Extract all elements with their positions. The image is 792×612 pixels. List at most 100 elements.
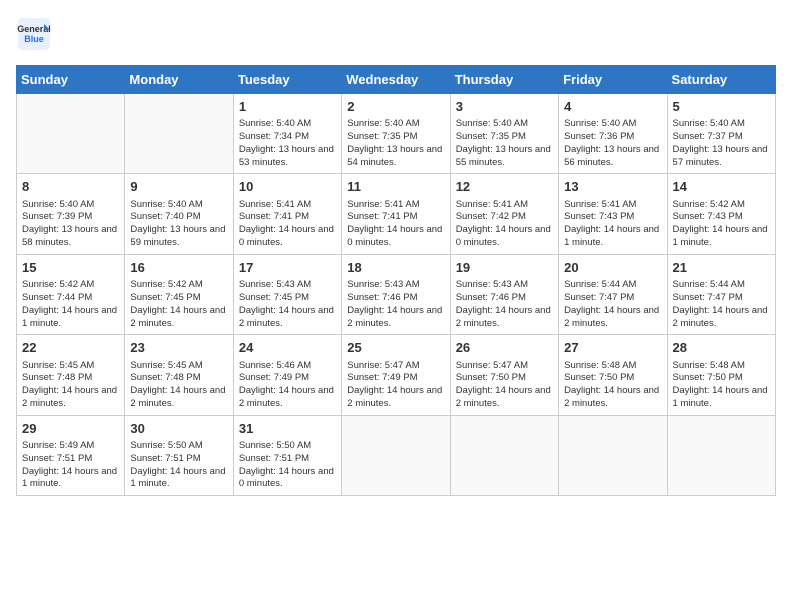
calendar-cell: 23 Sunrise: 5:45 AM Sunset: 7:48 PM Dayli…	[125, 335, 233, 415]
day-number: 30	[130, 420, 227, 438]
day-number: 17	[239, 259, 336, 277]
calendar-cell: 31 Sunrise: 5:50 AM Sunset: 7:51 PM Dayli…	[233, 415, 341, 495]
weekday-friday: Friday	[559, 66, 667, 94]
calendar-cell	[125, 94, 233, 174]
day-number: 3	[456, 98, 553, 116]
calendar-cell: 16 Sunrise: 5:42 AM Sunset: 7:45 PM Dayli…	[125, 254, 233, 334]
day-info: Sunrise: 5:42 AM Sunset: 7:43 PM Dayligh…	[673, 199, 770, 250]
calendar-cell: 5 Sunrise: 5:40 AM Sunset: 7:37 PM Daylig…	[667, 94, 775, 174]
day-info: Sunrise: 5:47 AM Sunset: 7:49 PM Dayligh…	[347, 360, 444, 411]
day-number: 12	[456, 178, 553, 196]
header: General Blue	[16, 16, 776, 57]
weekday-wednesday: Wednesday	[342, 66, 450, 94]
day-number: 4	[564, 98, 661, 116]
day-info: Sunrise: 5:40 AM Sunset: 7:40 PM Dayligh…	[130, 199, 227, 250]
day-info: Sunrise: 5:40 AM Sunset: 7:34 PM Dayligh…	[239, 118, 336, 169]
day-number: 2	[347, 98, 444, 116]
calendar-cell: 10Sunrise: 5:41 AM Sunset: 7:41 PM Dayli…	[233, 174, 341, 254]
day-info: Sunrise: 5:40 AM Sunset: 7:35 PM Dayligh…	[456, 118, 553, 169]
day-info: Sunrise: 5:40 AM Sunset: 7:37 PM Dayligh…	[673, 118, 770, 169]
calendar-cell	[559, 415, 667, 495]
day-info: Sunrise: 5:41 AM Sunset: 7:42 PM Dayligh…	[456, 199, 553, 250]
day-number: 11	[347, 178, 444, 196]
calendar-cell: 21 Sunrise: 5:44 AM Sunset: 7:47 PM Dayli…	[667, 254, 775, 334]
calendar-cell: 27 Sunrise: 5:48 AM Sunset: 7:50 PM Dayli…	[559, 335, 667, 415]
weekday-saturday: Saturday	[667, 66, 775, 94]
calendar-cell: 1 Sunrise: 5:40 AM Sunset: 7:34 PM Daylig…	[233, 94, 341, 174]
day-info: Sunrise: 5:49 AM Sunset: 7:51 PM Dayligh…	[22, 440, 119, 491]
calendar-cell: 20 Sunrise: 5:44 AM Sunset: 7:47 PM Dayli…	[559, 254, 667, 334]
calendar-cell: 28 Sunrise: 5:48 AM Sunset: 7:50 PM Dayli…	[667, 335, 775, 415]
day-number: 31	[239, 420, 336, 438]
calendar-cell: 8 Sunrise: 5:40 AM Sunset: 7:39 PM Daylig…	[17, 174, 125, 254]
calendar-cell: 13 Sunrise: 5:41 AM Sunset: 7:43 PM Dayli…	[559, 174, 667, 254]
calendar-cell	[450, 415, 558, 495]
day-info: Sunrise: 5:47 AM Sunset: 7:50 PM Dayligh…	[456, 360, 553, 411]
calendar-cell	[17, 94, 125, 174]
day-info: Sunrise: 5:45 AM Sunset: 7:48 PM Dayligh…	[130, 360, 227, 411]
calendar-cell: 22 Sunrise: 5:45 AM Sunset: 7:48 PM Dayli…	[17, 335, 125, 415]
day-number: 28	[673, 339, 770, 357]
day-info: Sunrise: 5:44 AM Sunset: 7:47 PM Dayligh…	[564, 279, 661, 330]
day-info: Sunrise: 5:45 AM Sunset: 7:48 PM Dayligh…	[22, 360, 119, 411]
week-row-2: 15 Sunrise: 5:42 AM Sunset: 7:44 PM Dayli…	[17, 254, 776, 334]
day-info: Sunrise: 5:43 AM Sunset: 7:46 PM Dayligh…	[347, 279, 444, 330]
calendar-cell: 26 Sunrise: 5:47 AM Sunset: 7:50 PM Dayli…	[450, 335, 558, 415]
day-info: Sunrise: 5:41 AM Sunset: 7:41 PM Dayligh…	[239, 199, 336, 250]
day-info: Sunrise: 5:50 AM Sunset: 7:51 PM Dayligh…	[239, 440, 336, 491]
weekday-header: SundayMondayTuesdayWednesdayThursdayFrid…	[17, 66, 776, 94]
day-number: 13	[564, 178, 661, 196]
day-number: 19	[456, 259, 553, 277]
calendar-cell: 19Sunrise: 5:43 AM Sunset: 7:46 PM Dayli…	[450, 254, 558, 334]
day-info: Sunrise: 5:48 AM Sunset: 7:50 PM Dayligh…	[673, 360, 770, 411]
day-number: 16	[130, 259, 227, 277]
weekday-sunday: Sunday	[17, 66, 125, 94]
calendar-cell: 12 Sunrise: 5:41 AM Sunset: 7:42 PM Dayli…	[450, 174, 558, 254]
svg-text:Blue: Blue	[24, 34, 44, 44]
day-number: 9	[130, 178, 227, 196]
day-info: Sunrise: 5:46 AM Sunset: 7:49 PM Dayligh…	[239, 360, 336, 411]
day-number: 15	[22, 259, 119, 277]
day-info: Sunrise: 5:43 AM Sunset: 7:45 PM Dayligh…	[239, 279, 336, 330]
weekday-tuesday: Tuesday	[233, 66, 341, 94]
calendar-cell: 9 Sunrise: 5:40 AM Sunset: 7:40 PM Daylig…	[125, 174, 233, 254]
calendar-body: 1 Sunrise: 5:40 AM Sunset: 7:34 PM Daylig…	[17, 94, 776, 496]
calendar-cell: 25Sunrise: 5:47 AM Sunset: 7:49 PM Dayli…	[342, 335, 450, 415]
calendar-cell: 29 Sunrise: 5:49 AM Sunset: 7:51 PM Dayli…	[17, 415, 125, 495]
day-number: 21	[673, 259, 770, 277]
day-number: 24	[239, 339, 336, 357]
weekday-monday: Monday	[125, 66, 233, 94]
day-number: 22	[22, 339, 119, 357]
day-info: Sunrise: 5:44 AM Sunset: 7:47 PM Dayligh…	[673, 279, 770, 330]
day-info: Sunrise: 5:40 AM Sunset: 7:36 PM Dayligh…	[564, 118, 661, 169]
day-info: Sunrise: 5:41 AM Sunset: 7:41 PM Dayligh…	[347, 199, 444, 250]
day-number: 5	[673, 98, 770, 116]
calendar-cell: 18 Sunrise: 5:43 AM Sunset: 7:46 PM Dayli…	[342, 254, 450, 334]
day-number: 8	[22, 178, 119, 196]
day-info: Sunrise: 5:40 AM Sunset: 7:39 PM Dayligh…	[22, 199, 119, 250]
calendar-cell: 15 Sunrise: 5:42 AM Sunset: 7:44 PM Dayli…	[17, 254, 125, 334]
day-number: 26	[456, 339, 553, 357]
day-number: 20	[564, 259, 661, 277]
day-info: Sunrise: 5:41 AM Sunset: 7:43 PM Dayligh…	[564, 199, 661, 250]
week-row-1: 8 Sunrise: 5:40 AM Sunset: 7:39 PM Daylig…	[17, 174, 776, 254]
day-info: Sunrise: 5:42 AM Sunset: 7:44 PM Dayligh…	[22, 279, 119, 330]
logo: General Blue	[16, 16, 52, 57]
week-row-4: 29 Sunrise: 5:49 AM Sunset: 7:51 PM Dayli…	[17, 415, 776, 495]
week-row-3: 22 Sunrise: 5:45 AM Sunset: 7:48 PM Dayli…	[17, 335, 776, 415]
day-number: 1	[239, 98, 336, 116]
calendar-cell: 17 Sunrise: 5:43 AM Sunset: 7:45 PM Dayli…	[233, 254, 341, 334]
calendar-cell: 14Sunrise: 5:42 AM Sunset: 7:43 PM Dayli…	[667, 174, 775, 254]
day-info: Sunrise: 5:40 AM Sunset: 7:35 PM Dayligh…	[347, 118, 444, 169]
calendar-cell: 11 Sunrise: 5:41 AM Sunset: 7:41 PM Dayli…	[342, 174, 450, 254]
calendar-cell	[342, 415, 450, 495]
logo-icon: General Blue	[16, 16, 52, 57]
day-info: Sunrise: 5:42 AM Sunset: 7:45 PM Dayligh…	[130, 279, 227, 330]
day-number: 23	[130, 339, 227, 357]
day-number: 27	[564, 339, 661, 357]
calendar-cell	[667, 415, 775, 495]
day-info: Sunrise: 5:48 AM Sunset: 7:50 PM Dayligh…	[564, 360, 661, 411]
day-number: 29	[22, 420, 119, 438]
calendar-cell: 4 Sunrise: 5:40 AM Sunset: 7:36 PM Daylig…	[559, 94, 667, 174]
day-number: 18	[347, 259, 444, 277]
